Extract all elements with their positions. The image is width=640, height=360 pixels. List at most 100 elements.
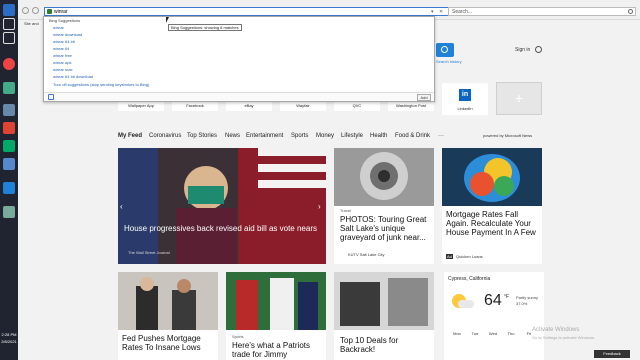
nav-money[interactable]: Money <box>316 132 334 140</box>
nav-news[interactable]: News <box>225 132 240 140</box>
chrome-icon[interactable] <box>3 58 15 70</box>
travel-title[interactable]: PHOTOS: Touring Great Salt Lake's unique… <box>340 215 430 242</box>
tooltip: Bing Suggestions: showing 8 matches <box>168 24 242 31</box>
weather-card[interactable]: Cypress, California 64 °F Partly sunny 3… <box>444 272 544 360</box>
nav-sports[interactable]: Sports <box>291 132 308 140</box>
deals-card[interactable]: Top 10 Deals for Backrack! <box>334 272 434 360</box>
activate-windows-title: Activate Windows <box>532 327 580 333</box>
gear-icon[interactable] <box>535 46 542 53</box>
suggestion-item[interactable]: winrar 64 bit <box>53 39 75 44</box>
suggestion-item[interactable]: winrar free <box>53 53 72 58</box>
windows-icon[interactable] <box>3 4 15 16</box>
screen: 2:28 PM 2/8/2021 winrar ▾ ✕ → Search... … <box>0 0 640 360</box>
suggestion-item[interactable]: winrar mac <box>53 67 73 72</box>
hero-source: The Wall Street Journal <box>128 250 170 255</box>
category-nav: My Feed Coronavirus Top Stories News Ent… <box>118 132 544 140</box>
fed-card[interactable]: Fed Pushes Mortgage Rates To Insane Lows <box>118 272 218 360</box>
sports-image <box>226 272 326 330</box>
search-box[interactable]: Search... <box>448 7 636 16</box>
nav-top-stories[interactable]: Top Stories <box>187 132 217 140</box>
suggestion-item[interactable]: winrar apk <box>53 60 71 65</box>
suggestion-item[interactable]: winrar 64 bit download <box>53 74 93 79</box>
mortgage-ad-card[interactable]: Mortgage Rates Fall Again. Recalculate Y… <box>442 148 542 264</box>
feedback-button[interactable]: Feedback <box>594 350 630 358</box>
plus-icon: + <box>514 90 524 106</box>
page-icon <box>47 9 52 14</box>
suggestion-item[interactable]: winrar download <box>53 32 82 37</box>
fed-image <box>118 272 218 330</box>
card-tag: Sports <box>232 334 244 339</box>
search-input[interactable]: Search... <box>452 9 472 15</box>
mortgage-source: Quicken Loans <box>456 254 483 259</box>
windows-taskbar: 2:28 PM 2/8/2021 <box>0 0 18 360</box>
sports-title[interactable]: Here's what a Patriots trade for Jimmy <box>232 341 324 359</box>
weather-city: Cypress, California <box>448 276 491 282</box>
search-icon[interactable] <box>3 18 15 30</box>
tile-wallpaper-app[interactable]: Wallpaper App <box>118 101 164 111</box>
tile-ebay[interactable]: eBay <box>226 101 272 111</box>
favorites-item[interactable]: Site and <box>24 21 39 26</box>
office-icon[interactable] <box>3 122 15 134</box>
app-icon[interactable] <box>3 206 15 218</box>
sports-card[interactable]: Sports Here's what a Patriots trade for … <box>226 272 326 360</box>
travel-card[interactable]: Travel PHOTOS: Touring Great Salt Lake's… <box>334 148 434 264</box>
travel-source: KUTV Salt Lake City <box>348 252 385 257</box>
search-button[interactable] <box>436 43 454 57</box>
deals-image <box>334 272 434 330</box>
search-icon[interactable] <box>628 9 633 14</box>
activate-windows-subtitle: Go to Settings to activate Windows. <box>532 335 596 340</box>
tile-linkedin[interactable]: in LinkedIn <box>442 83 488 115</box>
nav-health[interactable]: Health <box>370 132 387 140</box>
nav-entertainment[interactable]: Entertainment <box>246 132 283 140</box>
taskbar-time: 2:28 PM <box>1 332 17 337</box>
excel-icon[interactable] <box>3 140 15 152</box>
tile-washington-post[interactable]: Washington Post <box>388 101 434 111</box>
travel-image <box>334 148 434 206</box>
suggestion-item[interactable]: winrar 64 <box>53 46 69 51</box>
forecast-day: Tue <box>471 331 479 336</box>
forecast-day: Mon <box>453 331 461 336</box>
weather-unit: °F <box>504 294 510 300</box>
turn-off-suggestions-link[interactable]: Turn off suggestions (stop sending keyst… <box>53 82 149 87</box>
nav-coronavirus[interactable]: Coronavirus <box>149 132 181 140</box>
back-icon[interactable] <box>22 7 29 14</box>
deals-title[interactable]: Top 10 Deals for Backrack! <box>340 336 432 354</box>
add-button[interactable]: Add <box>417 94 431 101</box>
nav-more[interactable]: ··· <box>438 132 444 140</box>
add-tile-button[interactable]: + <box>496 82 542 115</box>
card-tag: Travel <box>340 208 351 213</box>
suggestion-item[interactable]: winrar <box>53 25 64 30</box>
suggestions-footer: Add <box>44 92 434 101</box>
hero-image <box>118 148 326 264</box>
address-bar[interactable]: winrar ▾ ✕ → <box>44 7 462 16</box>
linkedin-icon: in <box>459 89 471 101</box>
nav-lifestyle[interactable]: Lifestyle <box>341 132 363 140</box>
forecast-day: Wed <box>488 331 498 336</box>
search-history-link[interactable]: Search history <box>436 59 462 64</box>
nav-food-drink[interactable]: Food & Drink <box>395 132 430 140</box>
hero-card[interactable]: House progressives back revised aid bill… <box>118 148 326 264</box>
tile-qvc[interactable]: QVC <box>334 101 380 111</box>
dropdown-arrow-icon[interactable]: ▾ <box>431 9 434 15</box>
hero-title[interactable]: House progressives back revised aid bill… <box>124 224 320 233</box>
chevron-right-icon[interactable]: › <box>318 202 321 211</box>
forecast-day: Thu <box>507 331 515 336</box>
forward-icon[interactable] <box>32 7 39 14</box>
tile-wayfair[interactable]: Wayfair <box>280 101 326 111</box>
tile-label: LinkedIn <box>457 106 473 111</box>
mortgage-title[interactable]: Mortgage Rates Fall Again. Recalculate Y… <box>446 210 540 237</box>
nav-my-feed[interactable]: My Feed <box>118 132 142 140</box>
clock-app-icon[interactable] <box>3 104 15 116</box>
sign-in-link[interactable]: Sign in <box>515 47 530 53</box>
chevron-left-icon[interactable]: ‹ <box>120 202 123 211</box>
close-icon[interactable]: ✕ <box>439 9 443 15</box>
bing-icon <box>48 94 54 100</box>
app-icon[interactable] <box>3 158 15 170</box>
tile-facebook[interactable]: Facebook <box>172 101 218 111</box>
task-view-icon[interactable] <box>3 32 15 44</box>
edge-icon[interactable] <box>3 182 15 194</box>
address-input[interactable]: winrar <box>54 9 68 15</box>
fed-title[interactable]: Fed Pushes Mortgage Rates To Insane Lows <box>122 334 216 352</box>
search-icon <box>441 46 448 53</box>
app-icon[interactable] <box>3 82 15 94</box>
